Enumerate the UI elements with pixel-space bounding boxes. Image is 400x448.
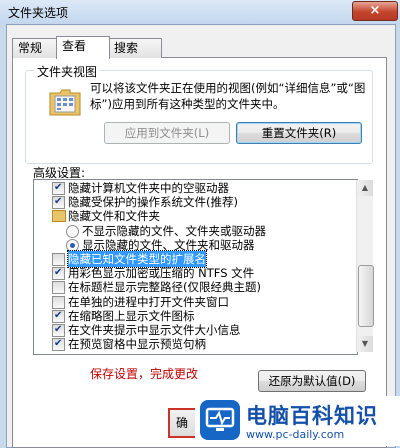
watermark-url: www.pc-daily.com <box>246 428 345 441</box>
advanced-scrollbar[interactable]: ▲ ▼ <box>356 180 374 352</box>
setting-radio[interactable] <box>66 224 79 238</box>
watermark-title: 电脑百科知识 <box>246 404 378 428</box>
setting-checkbox[interactable] <box>52 322 65 338</box>
scroll-down-icon[interactable]: ▼ <box>357 336 373 352</box>
watermark-logo-icon <box>200 400 240 440</box>
tab-general[interactable]: 常规 <box>12 38 60 58</box>
tab-view[interactable]: 查看 <box>56 36 110 59</box>
scroll-up-icon[interactable]: ▲ <box>357 180 373 196</box>
folder-icon <box>52 210 66 223</box>
setting-checkbox[interactable] <box>52 281 65 295</box>
folder-views-description: 可以将该文件夹正在使用的视图(例如“详细信息”或“图标”)应用到所有这种类型的文… <box>90 81 366 111</box>
apply-to-folders-button[interactable]: 应用到文件夹(L) <box>104 122 230 144</box>
scroll-thumb[interactable] <box>358 265 374 327</box>
restore-defaults-button[interactable]: 还原为默认值(D) <box>258 370 366 392</box>
close-button[interactable]: × <box>352 1 398 21</box>
setting-checkbox[interactable] <box>52 253 65 266</box>
setting-checkbox[interactable] <box>52 180 65 196</box>
setting-checkbox[interactable] <box>52 336 65 352</box>
setting-checkbox[interactable] <box>52 265 65 281</box>
setting-checkbox[interactable] <box>52 295 65 309</box>
reset-folders-button[interactable]: 重置文件夹(R) <box>236 122 362 144</box>
tab-search[interactable]: 搜索 <box>108 38 162 58</box>
setting-label: 在预览窗格中显示预览句柄 <box>68 337 206 352</box>
annotation-text: 保存设置，完成更改 <box>90 367 199 381</box>
setting-checkbox[interactable] <box>52 194 65 210</box>
title-bar: 文件夹选项 <box>0 0 400 24</box>
advanced-settings-list[interactable]: 隐藏计算机文件夹中的空驱动器隐藏受保护的操作系统文件(推荐)隐藏文件和文件夹不显… <box>33 179 358 355</box>
window-title: 文件夹选项 <box>8 6 69 20</box>
folder-views-label: 文件夹视图 <box>34 63 101 80</box>
setting-radio[interactable] <box>66 238 79 252</box>
folder-view-icon <box>48 87 82 117</box>
setting-checkbox[interactable] <box>52 308 65 324</box>
